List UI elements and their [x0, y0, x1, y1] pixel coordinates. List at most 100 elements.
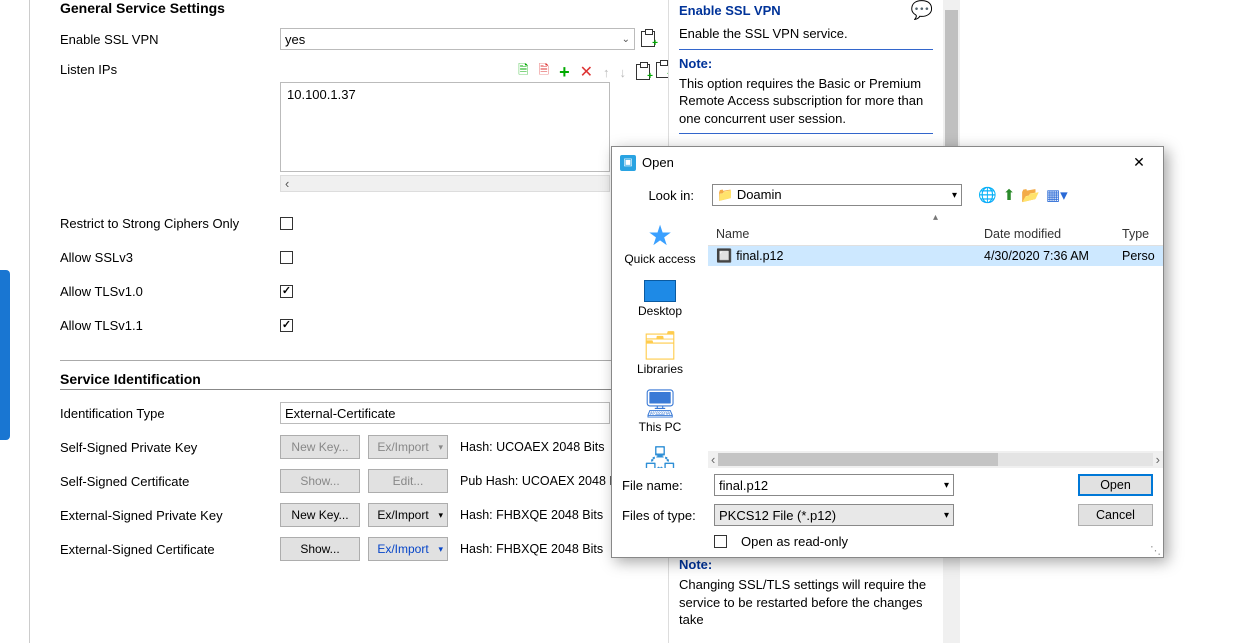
- restrict-ciphers-label: Restrict to Strong Ciphers Only: [60, 216, 280, 231]
- nav-up-icon[interactable]: ⬆: [1003, 186, 1016, 204]
- place-desktop[interactable]: Desktop: [615, 276, 705, 322]
- file-list-header[interactable]: Name Date modified Type: [708, 222, 1163, 246]
- readonly-label: Open as read-only: [741, 534, 848, 549]
- self-cert-edit-button[interactable]: Edit...: [368, 469, 448, 493]
- allow-sslv3-checkbox[interactable]: [280, 251, 293, 264]
- enable-ssl-vpn-value: yes: [285, 32, 305, 47]
- general-section-heading: General Service Settings: [60, 0, 660, 16]
- close-button[interactable]: ✕: [1119, 149, 1159, 177]
- ext-pk-hash: Hash: FHBXQE 2048 Bits: [460, 508, 603, 522]
- desktop-icon: [644, 280, 676, 302]
- service-id-heading: Service Identification: [60, 371, 620, 390]
- listen-ips-hscrollbar[interactable]: [280, 175, 610, 192]
- help-ssl-desc: Enable the SSL VPN service.: [679, 25, 933, 43]
- id-type-label: Identification Type: [60, 406, 280, 421]
- file-row[interactable]: 🔲 final.p12 4/30/2020 7:36 AM Perso: [708, 246, 1163, 266]
- dialog-titlebar[interactable]: Open ✕: [612, 147, 1163, 178]
- place-network[interactable]: 🖧 Network: [615, 444, 705, 468]
- places-bar: ★ Quick access Desktop 🗂 Libraries 🖥 Thi…: [612, 212, 708, 468]
- self-cert-hash: Pub Hash: UCOAEX 2048 Bits: [460, 474, 630, 488]
- lookin-dropdown[interactable]: 📁 Doamin ▾: [712, 184, 962, 206]
- ext-cert-show-button[interactable]: Show...: [280, 537, 360, 561]
- self-pk-newkey-button[interactable]: New Key...: [280, 435, 360, 459]
- file-list-hscrollbar[interactable]: ‹›: [708, 451, 1163, 468]
- help-ssl-note: This option requires the Basic or Premiu…: [679, 75, 933, 128]
- enable-ssl-vpn-label: Enable SSL VPN: [60, 32, 280, 47]
- self-pk-hash: Hash: UCOAEX 2048 Bits: [460, 440, 605, 454]
- clipboard-add-icon[interactable]: [641, 31, 655, 47]
- chevron-down-icon: ▾: [944, 510, 949, 521]
- delete-x-icon[interactable]: ✕: [580, 62, 593, 82]
- readonly-checkbox[interactable]: [714, 535, 727, 548]
- help-tls-note: Changing SSL/TLS settings will require t…: [679, 576, 933, 629]
- cert-file-icon: 🔲: [716, 248, 732, 263]
- network-icon: 🖧: [644, 448, 675, 468]
- self-pk-label: Self-Signed Private Key: [60, 440, 280, 455]
- note-label: Note:: [679, 557, 712, 572]
- help-bubble-icon[interactable]: 💬: [911, 0, 933, 21]
- arrow-down-icon[interactable]: ↓: [620, 65, 627, 80]
- self-pk-eximport-button[interactable]: Ex/Import: [368, 435, 448, 459]
- filename-combo[interactable]: final.p12 ▾: [714, 474, 954, 496]
- col-type[interactable]: Type: [1114, 227, 1163, 241]
- app-icon: [620, 155, 636, 171]
- file-list: ▴ Name Date modified Type 🔲 final.p12 4/3…: [708, 212, 1163, 468]
- nav-viewmenu-icon[interactable]: ▦▾: [1046, 186, 1068, 204]
- resize-grip[interactable]: [1150, 547, 1161, 555]
- allow-tls11-checkbox[interactable]: [280, 319, 293, 332]
- id-type-select[interactable]: External-Certificate: [280, 402, 610, 424]
- cancel-button[interactable]: Cancel: [1078, 504, 1153, 526]
- allow-tls11-label: Allow TLSv1.1: [60, 318, 280, 333]
- file-type: Perso: [1114, 249, 1163, 263]
- nav-newfolder-icon[interactable]: 📂: [1021, 186, 1040, 204]
- ext-cert-label: External-Signed Certificate: [60, 542, 280, 557]
- ext-pk-newkey-button[interactable]: New Key...: [280, 503, 360, 527]
- chevron-down-icon: ▾: [952, 190, 957, 201]
- plus-icon[interactable]: +: [559, 62, 570, 83]
- file-add-icon[interactable]: 🗎: [518, 61, 528, 83]
- file-remove-icon[interactable]: 🗎: [539, 61, 549, 83]
- folder-icon: 📁: [717, 187, 733, 202]
- left-blue-tab[interactable]: [0, 270, 10, 440]
- chevron-down-icon: ⌄: [622, 34, 630, 45]
- filetype-combo[interactable]: PKCS12 File (*.p12) ▾: [714, 504, 954, 526]
- file-name: final.p12: [736, 249, 783, 263]
- allow-tls10-checkbox[interactable]: [280, 285, 293, 298]
- help-ssl-heading: Enable SSL VPN: [679, 3, 781, 18]
- place-quickaccess[interactable]: ★ Quick access: [615, 218, 705, 270]
- ext-pk-label: External-Signed Private Key: [60, 508, 280, 523]
- lookin-label: Look in:: [622, 188, 702, 203]
- place-libraries[interactable]: 🗂 Libraries: [615, 328, 705, 380]
- restrict-ciphers-checkbox[interactable]: [280, 217, 293, 230]
- listen-ips-textarea[interactable]: [280, 82, 610, 172]
- allow-tls10-label: Allow TLSv1.0: [60, 284, 280, 299]
- note-label: Note:: [679, 56, 712, 71]
- star-icon: ★: [647, 222, 672, 250]
- id-type-value: External-Certificate: [285, 406, 396, 421]
- file-date: 4/30/2020 7:36 AM: [976, 249, 1114, 263]
- sort-indicator: ▴: [708, 212, 1163, 222]
- libraries-icon: 🗂: [642, 332, 678, 360]
- place-thispc[interactable]: 🖥 This PC: [615, 386, 705, 438]
- enable-ssl-vpn-select[interactable]: yes ⌄: [280, 28, 635, 50]
- filetype-label: Files of type:: [622, 508, 704, 523]
- ext-cert-eximport-button[interactable]: Ex/Import: [368, 537, 448, 561]
- filename-value: final.p12: [719, 478, 768, 493]
- ext-pk-eximport-button[interactable]: Ex/Import: [368, 503, 448, 527]
- left-vertical-strip: [10, 0, 30, 643]
- main-settings-panel: General Service Settings Enable SSL VPN …: [30, 0, 660, 643]
- col-date[interactable]: Date modified: [976, 227, 1114, 241]
- nav-back-icon[interactable]: 🌐: [978, 186, 997, 204]
- self-cert-show-button[interactable]: Show...: [280, 469, 360, 493]
- lookin-folder-name: Doamin: [737, 187, 782, 202]
- arrow-up-icon[interactable]: ↑: [603, 65, 610, 80]
- open-button[interactable]: Open: [1078, 474, 1153, 496]
- pc-icon: 🖥: [642, 390, 678, 418]
- clipboard-add-icon[interactable]: [636, 64, 650, 80]
- listen-ips-label: Listen IPs: [60, 62, 280, 77]
- dialog-title: Open: [642, 155, 674, 170]
- ext-cert-hash: Hash: FHBXQE 2048 Bits: [460, 542, 603, 556]
- allow-sslv3-label: Allow SSLv3: [60, 250, 280, 265]
- col-name[interactable]: Name: [708, 227, 976, 241]
- filename-label: File name:: [622, 478, 704, 493]
